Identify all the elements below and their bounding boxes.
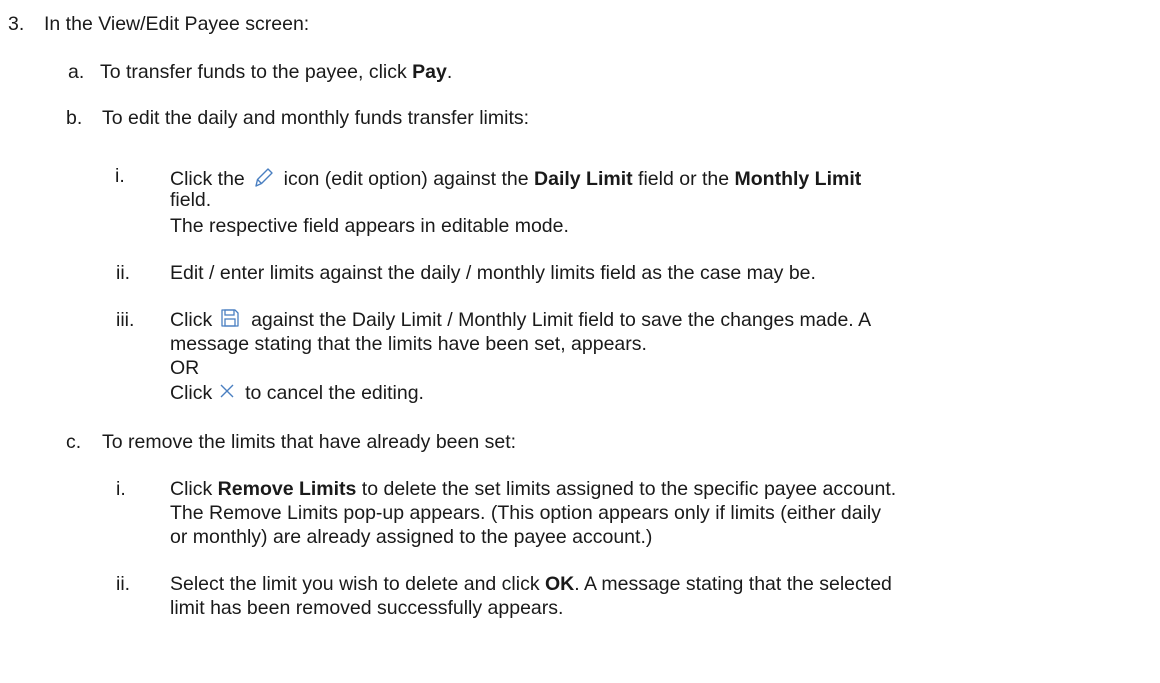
save-icon [220, 308, 240, 334]
c-ii-number: ii. [116, 573, 131, 595]
substep-a-text: To transfer funds to the payee, click Pa… [100, 61, 453, 83]
c-i-line2: The Remove Limits pop-up appears. (This … [170, 502, 881, 524]
c-i-line3: or monthly) are already assigned to the … [170, 526, 653, 548]
b-i-number: i. [115, 165, 125, 187]
b-i-text: Click the icon (edit option) against the… [170, 164, 861, 196]
substep-c-number: c. [66, 431, 82, 453]
c-i-number: i. [116, 478, 126, 500]
b-iii-line2: message stating that the limits have bee… [170, 333, 647, 355]
b-iii-cancel: Click to cancel the editing. [170, 382, 424, 406]
b-iii-number: iii. [116, 309, 135, 331]
b-ii-number: ii. [116, 262, 131, 284]
step-number: 3. [8, 13, 25, 35]
substep-b-text: To edit the daily and monthly funds tran… [102, 107, 530, 129]
c-i-text: Click Remove Limits to delete the set li… [170, 478, 897, 500]
b-ii-text: Edit / enter limits against the daily / … [170, 262, 816, 284]
b-iii-text: Click against the Daily Limit / Monthly … [170, 308, 871, 334]
step-text: In the View/Edit Payee screen: [44, 13, 310, 35]
substep-a-number: a. [68, 61, 85, 83]
close-icon [218, 382, 236, 406]
pencil-icon [252, 164, 274, 196]
substep-b-number: b. [66, 107, 83, 129]
b-i-note: The respective field appears in editable… [170, 215, 569, 237]
c-ii-line2: limit has been removed successfully appe… [170, 597, 564, 619]
b-i-field: field. [170, 189, 212, 211]
c-ii-text: Select the limit you wish to delete and … [170, 573, 892, 595]
b-iii-or: OR [170, 357, 200, 379]
substep-c-text: To remove the limits that have already b… [102, 431, 517, 453]
